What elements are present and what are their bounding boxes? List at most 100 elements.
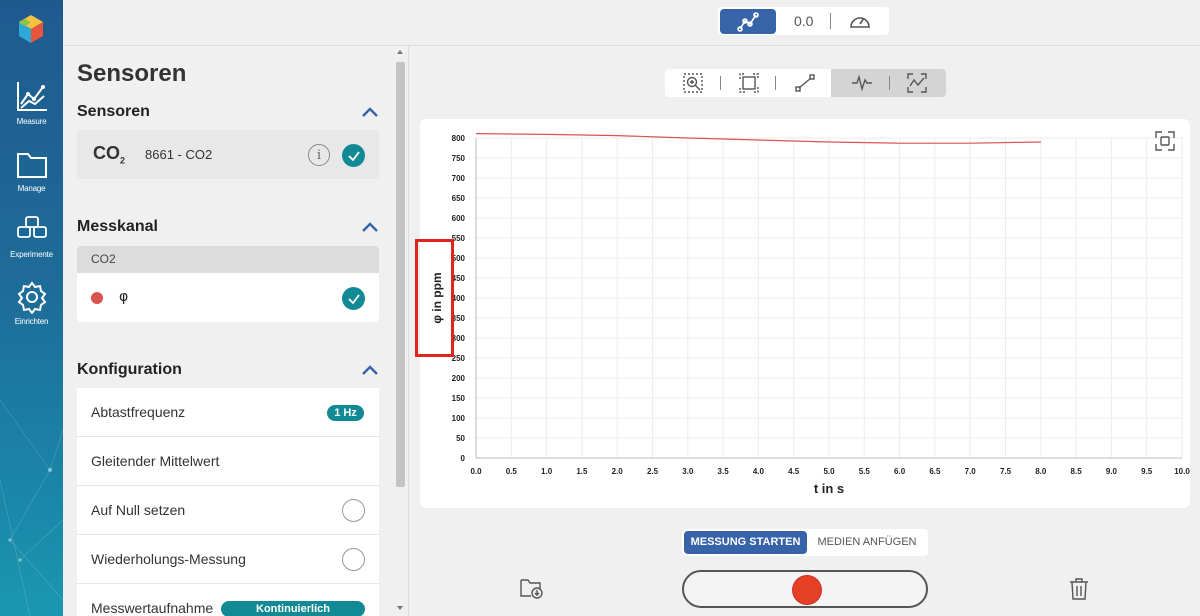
channel-check-icon[interactable]	[342, 287, 365, 310]
x-tick-label: 7.5	[1000, 467, 1012, 476]
x-tick-label: 10.0	[1174, 467, 1190, 476]
y-tick-label: 800	[452, 134, 466, 143]
nav-experiments[interactable]: Experimente	[0, 213, 63, 269]
line-tool-icon[interactable]	[793, 71, 817, 95]
x-tick-label: 5.5	[859, 467, 871, 476]
x-tick-label: 4.5	[788, 467, 800, 476]
x-tick-label: 9.5	[1141, 467, 1153, 476]
y-tick-label: 600	[452, 214, 466, 223]
action-tabs: MESSUNG STARTEN MEDIEN ANFÜGEN	[682, 529, 928, 556]
header-divider	[63, 45, 1200, 46]
config-acquisition[interactable]: Messwertaufnahme Kontinuierlich	[77, 584, 379, 616]
y-tick-label: 700	[452, 174, 466, 183]
x-tick-label: 7.0	[965, 467, 977, 476]
chevron-up-icon[interactable]	[361, 364, 379, 376]
panel-scrollbar[interactable]	[394, 45, 406, 616]
panel-divider	[408, 45, 409, 616]
sensor-card[interactable]: CO2 8661 - CO2 i	[77, 130, 379, 179]
y-tick-label: 200	[452, 374, 466, 383]
channel-section-header[interactable]: Messkanal	[77, 215, 379, 239]
config-moving-average[interactable]: Gleitender Mittelwert	[77, 437, 379, 486]
nav-measure-label: Measure	[16, 117, 47, 126]
config-sample-rate[interactable]: Abtastfrequenz 1 Hz	[77, 388, 379, 437]
current-value: 0.0	[794, 13, 814, 29]
nav-settings-label: Einrichten	[14, 317, 49, 326]
record-bar[interactable]	[682, 570, 928, 608]
x-tick-label: 3.0	[682, 467, 694, 476]
chevron-up-icon[interactable]	[361, 221, 379, 233]
y-tick-label: 650	[452, 194, 466, 203]
scroll-thumb[interactable]	[396, 62, 405, 487]
record-button[interactable]	[793, 576, 821, 604]
config-section-label: Konfiguration	[77, 361, 182, 378]
sensors-section-label: Sensoren	[77, 103, 150, 120]
sensor-name: 8661 - CO2	[145, 147, 213, 162]
panel-title: Sensoren	[77, 60, 187, 87]
x-tick-label: 6.5	[929, 467, 941, 476]
y-axis-label: φ in ppm	[430, 272, 444, 324]
config-list: Abtastfrequenz 1 Hz Gleitender Mittelwer…	[77, 388, 379, 616]
sensor-panel: Sensoren Sensoren CO2 8661 - CO2 i Messk…	[63, 0, 408, 616]
co2-symbol: CO2	[93, 143, 126, 166]
config-label: Messwertaufnahme	[91, 600, 214, 616]
toolbar-divider	[775, 76, 776, 90]
nav-manage[interactable]: Manage	[0, 147, 63, 203]
fit-icon[interactable]	[737, 71, 761, 95]
nav-rail: Measure Manage Experimente Einrichten	[0, 0, 63, 616]
x-tick-label: 1.0	[541, 467, 553, 476]
x-tick-label: 3.5	[718, 467, 730, 476]
sensor-check-icon[interactable]	[342, 144, 365, 167]
toggle-divider	[830, 13, 831, 29]
repeat-radio[interactable]	[342, 548, 365, 571]
scroll-down-icon[interactable]	[397, 606, 403, 610]
sample-rate-badge[interactable]: 1 Hz	[327, 405, 364, 421]
zero-radio[interactable]	[342, 499, 365, 522]
start-measurement-tab[interactable]: MESSUNG STARTEN	[684, 531, 807, 554]
nav-settings[interactable]: Einrichten	[0, 280, 63, 336]
nav-measure[interactable]: Measure	[0, 80, 63, 136]
graph-mode-button[interactable]	[720, 9, 776, 34]
chevron-up-icon[interactable]	[361, 106, 379, 118]
folder-icon	[16, 153, 47, 178]
attach-media-tab[interactable]: MEDIEN ANFÜGEN	[810, 531, 924, 554]
toolbar-divider	[889, 76, 890, 90]
info-icon[interactable]: i	[308, 144, 330, 166]
config-section-header[interactable]: Konfiguration	[77, 358, 379, 382]
config-label: Gleitender Mittelwert	[91, 453, 220, 469]
gear-icon	[17, 281, 46, 314]
nav-manage-label: Manage	[17, 184, 46, 193]
chart-toolbar	[665, 69, 946, 97]
x-tick-label: 4.0	[753, 467, 765, 476]
chart-line-icon	[16, 82, 47, 111]
y-tick-label: 50	[456, 434, 465, 443]
waveform-icon[interactable]	[850, 71, 874, 95]
config-label: Abtastfrequenz	[91, 404, 186, 420]
expand-icon[interactable]	[1154, 130, 1176, 152]
acquisition-mode-badge[interactable]: Kontinuierlich	[221, 601, 365, 616]
x-tick-label: 1.5	[576, 467, 588, 476]
config-repeat[interactable]: Wiederholungs-Messung	[77, 535, 379, 584]
x-tick-label: 2.5	[647, 467, 659, 476]
x-axis-label: t in s	[814, 481, 844, 496]
y-tick-label: 0	[461, 454, 466, 463]
y-tick-label: 100	[452, 414, 466, 423]
channel-color-dot	[91, 292, 103, 304]
save-folder-icon[interactable]	[519, 576, 545, 600]
chart-card: 0 50 100 150 200 250 300 350 400 450 500 550 600 650 7…	[420, 119, 1190, 508]
chart-plot[interactable]: 0501001502002503003504004505005506006507…	[420, 119, 1190, 508]
view-toggle: 0.0	[718, 7, 889, 35]
y-tick-label: 150	[452, 394, 466, 403]
sensors-section-header[interactable]: Sensoren	[77, 100, 379, 124]
scroll-up-icon[interactable]	[397, 50, 403, 54]
x-tick-label: 0.0	[470, 467, 482, 476]
curve-fit-icon[interactable]	[905, 71, 929, 95]
config-label: Auf Null setzen	[91, 502, 186, 518]
channel-symbol: φ	[119, 289, 129, 305]
x-tick-label: 9.0	[1106, 467, 1118, 476]
trash-icon[interactable]	[1068, 577, 1090, 601]
zoom-icon[interactable]	[681, 71, 705, 95]
toolbar-divider	[720, 76, 721, 90]
config-zero[interactable]: Auf Null setzen	[77, 486, 379, 535]
channel-row[interactable]: φ	[77, 273, 379, 322]
gauge-icon[interactable]	[848, 11, 872, 31]
